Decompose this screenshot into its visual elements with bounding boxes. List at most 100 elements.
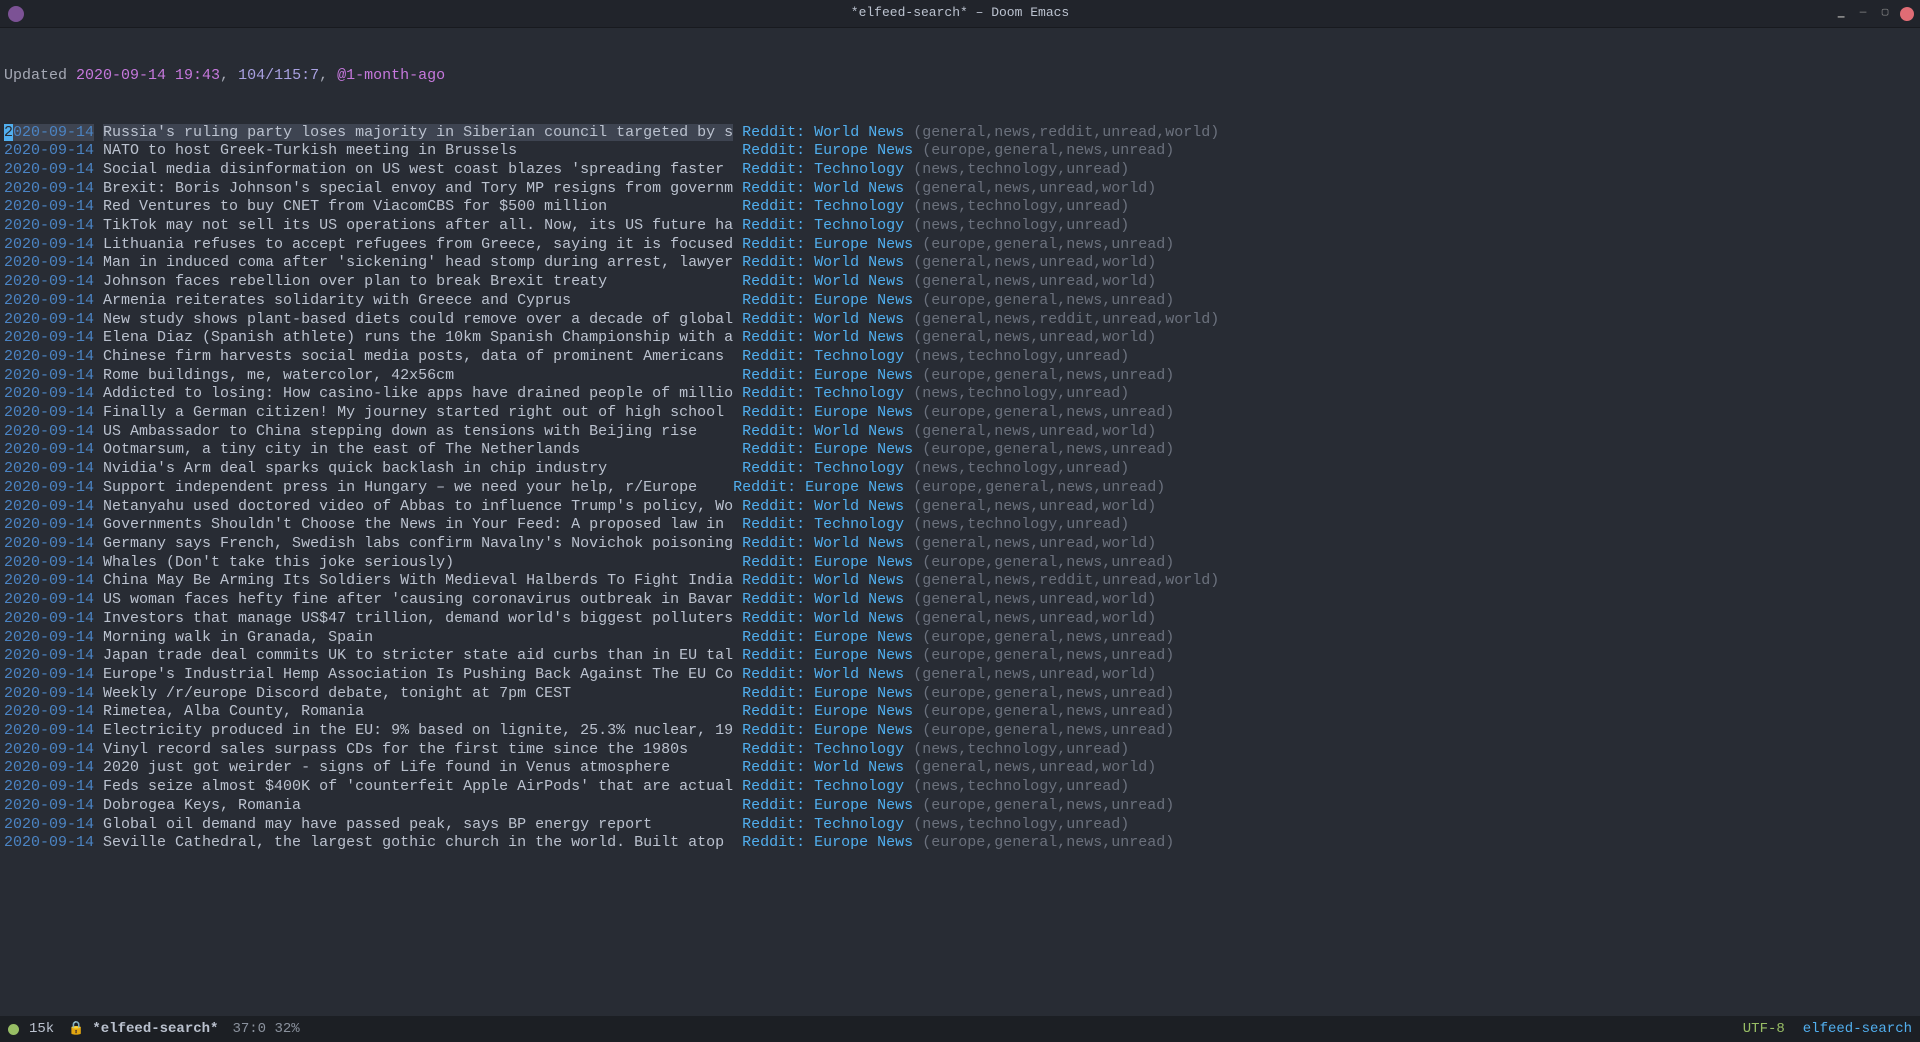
feed-entry[interactable]: 2020-09-14 Morning walk in Granada, Spai… — [4, 629, 1916, 648]
entry-feed: Reddit: Europe News — [742, 834, 913, 851]
feed-entry[interactable]: 2020-09-14 NATO to host Greek-Turkish me… — [4, 142, 1916, 161]
feed-entry[interactable]: 2020-09-14 Lithuania refuses to accept r… — [4, 236, 1916, 255]
feed-entry[interactable]: 2020-09-14 Finally a German citizen! My … — [4, 404, 1916, 423]
entry-tags: (general,news,reddit,unread,world) — [913, 311, 1219, 328]
entry-date: 2020-09-14 — [4, 441, 94, 458]
entry-title: Man in induced coma after 'sickening' he… — [103, 254, 733, 271]
entry-title: Vinyl record sales surpass CDs for the f… — [103, 741, 733, 758]
feed-entry[interactable]: 2020-09-14 Rimetea, Alba County, Romania… — [4, 703, 1916, 722]
entry-title: Finally a German citizen! My journey sta… — [103, 404, 733, 421]
entry-date: 2020-09-14 — [4, 348, 94, 365]
entry-feed: Reddit: Europe News — [742, 797, 913, 814]
entry-date: 2020-09-14 — [4, 666, 94, 683]
feed-entry[interactable]: 2020-09-14 Brexit: Boris Johnson's speci… — [4, 180, 1916, 199]
feed-entry[interactable]: 2020-09-14 Russia's ruling party loses m… — [4, 124, 1916, 143]
feed-entry[interactable]: 2020-09-14 Chinese firm harvests social … — [4, 348, 1916, 367]
feed-entry[interactable]: 2020-09-14 Rome buildings, me, watercolo… — [4, 367, 1916, 386]
entry-feed: Reddit: Technology — [742, 217, 904, 234]
entry-feed: Reddit: World News — [742, 311, 904, 328]
entry-tags: (general,news,unread,world) — [913, 591, 1156, 608]
feed-entry[interactable]: 2020-09-14 Seville Cathedral, the larges… — [4, 834, 1916, 853]
entry-feed: Reddit: World News — [742, 759, 904, 776]
feed-entry[interactable]: 2020-09-14 Dobrogea Keys, Romania Reddit… — [4, 797, 1916, 816]
feed-entry[interactable]: 2020-09-14 Feds seize almost $400K of 'c… — [4, 778, 1916, 797]
entry-feed: Reddit: World News — [742, 610, 904, 627]
entry-feed: Reddit: Technology — [742, 516, 904, 533]
entry-title: Global oil demand may have passed peak, … — [103, 816, 733, 833]
entry-tags: (general,news,unread,world) — [913, 535, 1156, 552]
elfeed-header: Updated 2020-09-14 19:43, 104/115:7, @1-… — [4, 67, 1916, 86]
window-controls: ▁ — ▢ — [1834, 7, 1914, 21]
elfeed-buffer[interactable]: Updated 2020-09-14 19:43, 104/115:7, @1-… — [0, 28, 1920, 872]
feed-entry[interactable]: 2020-09-14 New study shows plant-based d… — [4, 311, 1916, 330]
feed-entry[interactable]: 2020-09-14 TikTok may not sell its US op… — [4, 217, 1916, 236]
feed-entry[interactable]: 2020-09-14 Netanyahu used doctored video… — [4, 498, 1916, 517]
feed-entry[interactable]: 2020-09-14 Investors that manage US$47 t… — [4, 610, 1916, 629]
feed-entry[interactable]: 2020-09-14 Nvidia's Arm deal sparks quic… — [4, 460, 1916, 479]
feed-entry[interactable]: 2020-09-14 Vinyl record sales surpass CD… — [4, 741, 1916, 760]
feed-entry[interactable]: 2020-09-14 Red Ventures to buy CNET from… — [4, 198, 1916, 217]
entry-feed: Reddit: Europe News — [742, 367, 913, 384]
entry-feed: Reddit: World News — [742, 666, 904, 683]
modeline: 15k 🔒 *elfeed-search* 37:0 32% UTF-8 elf… — [0, 1016, 1920, 1042]
entry-date: 2020-09-14 — [4, 816, 94, 833]
feed-entry[interactable]: 2020-09-14 US woman faces hefty fine aft… — [4, 591, 1916, 610]
feed-entry[interactable]: 2020-09-14 Japan trade deal commits UK t… — [4, 647, 1916, 666]
feed-entry[interactable]: 2020-09-14 Whales (Don't take this joke … — [4, 554, 1916, 573]
entry-tags: (general,news,unread,world) — [913, 666, 1156, 683]
feed-entry[interactable]: 2020-09-14 Global oil demand may have pa… — [4, 816, 1916, 835]
maximize-icon[interactable]: — — [1856, 7, 1870, 21]
entry-date: 2020-09-14 — [4, 329, 94, 346]
entry-tags: (general,news,unread,world) — [913, 329, 1156, 346]
feed-entry[interactable]: 2020-09-14 US Ambassador to China steppi… — [4, 423, 1916, 442]
entry-title: Governments Shouldn't Choose the News in… — [103, 516, 733, 533]
entry-date: 2020-09-14 — [4, 591, 94, 608]
feed-entry[interactable]: 2020-09-14 China May Be Arming Its Soldi… — [4, 572, 1916, 591]
entry-date: 2020-09-14 — [4, 759, 94, 776]
feed-entry[interactable]: 2020-09-14 Johnson faces rebellion over … — [4, 273, 1916, 292]
feed-entry[interactable]: 2020-09-14 Ootmarsum, a tiny city in the… — [4, 441, 1916, 460]
entry-title: Russia's ruling party loses majority in … — [103, 124, 733, 141]
entry-date: 2020-09-14 — [4, 610, 94, 627]
feed-entry[interactable]: 2020-09-14 Governments Shouldn't Choose … — [4, 516, 1916, 535]
feed-entry[interactable]: 2020-09-14 Social media disinformation o… — [4, 161, 1916, 180]
entry-feed: Reddit: Europe News — [742, 629, 913, 646]
entry-date: 2020-09-14 — [4, 535, 94, 552]
feed-entry[interactable]: 2020-09-14 2020 just got weirder - signs… — [4, 759, 1916, 778]
feed-entry[interactable]: 2020-09-14 Weekly /r/europe Discord deba… — [4, 685, 1916, 704]
feed-entry[interactable]: 2020-09-14 Elena Diaz (Spanish athlete) … — [4, 329, 1916, 348]
entry-title: New study shows plant-based diets could … — [103, 311, 733, 328]
encoding: UTF-8 — [1743, 1020, 1785, 1039]
entry-tags: (general,news,unread,world) — [913, 254, 1156, 271]
entry-title: NATO to host Greek-Turkish meeting in Br… — [103, 142, 733, 159]
entry-title: Electricity produced in the EU: 9% based… — [103, 722, 733, 739]
entry-feed: Reddit: Technology — [742, 816, 904, 833]
entry-tags: (europe,general,news,unread) — [913, 479, 1165, 496]
entry-title: Seville Cathedral, the largest gothic ch… — [103, 834, 733, 851]
entry-title: Rimetea, Alba County, Romania — [103, 703, 733, 720]
entry-tags: (news,technology,unread) — [913, 778, 1129, 795]
entry-tags: (general,news,reddit,unread,world) — [913, 572, 1219, 589]
close-icon[interactable] — [1900, 7, 1914, 21]
buffer-name: *elfeed-search* — [92, 1020, 218, 1039]
feed-entry[interactable]: 2020-09-14 Addicted to losing: How casin… — [4, 385, 1916, 404]
entry-feed: Reddit: World News — [742, 423, 904, 440]
entry-feed: Reddit: Technology — [742, 778, 904, 795]
entry-feed: Reddit: Europe News — [742, 441, 913, 458]
entry-tags: (general,news,unread,world) — [913, 180, 1156, 197]
entry-feed: Reddit: World News — [742, 498, 904, 515]
entry-list[interactable]: 2020-09-14 Russia's ruling party loses m… — [4, 124, 1916, 853]
feed-entry[interactable]: 2020-09-14 Europe's Industrial Hemp Asso… — [4, 666, 1916, 685]
entry-date: 2020-09-14 — [4, 685, 94, 702]
feed-entry[interactable]: 2020-09-14 Electricity produced in the E… — [4, 722, 1916, 741]
feed-entry[interactable]: 2020-09-14 Man in induced coma after 'si… — [4, 254, 1916, 273]
feed-entry[interactable]: 2020-09-14 Support independent press in … — [4, 479, 1916, 498]
feed-entry[interactable]: 2020-09-14 Armenia reiterates solidarity… — [4, 292, 1916, 311]
feed-entry[interactable]: 2020-09-14 Germany says French, Swedish … — [4, 535, 1916, 554]
entry-title: Netanyahu used doctored video of Abbas t… — [103, 498, 733, 515]
maximize2-icon[interactable]: ▢ — [1878, 7, 1892, 21]
minimize-icon[interactable]: ▁ — [1834, 7, 1848, 21]
entry-date: 2020-09-14 — [4, 198, 94, 215]
entry-feed: Reddit: Europe News — [742, 142, 913, 159]
buffer-size: 15k — [29, 1020, 54, 1039]
